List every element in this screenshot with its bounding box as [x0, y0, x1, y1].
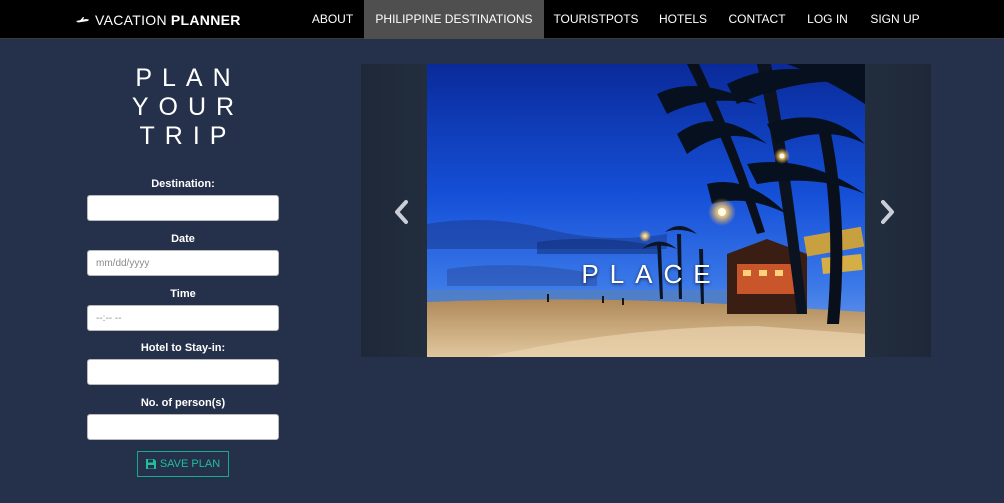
nav-item-about[interactable]: ABOUT — [302, 0, 363, 39]
time-input[interactable] — [87, 305, 279, 331]
floppy-disk-icon — [145, 459, 156, 469]
chevron-left-icon — [395, 200, 408, 224]
brand-name-part2: PLANNER — [170, 11, 241, 28]
nav-item-contact[interactable]: CONTACT — [718, 0, 796, 39]
date-label: Date — [171, 233, 195, 245]
nav-item-philippine-destinations[interactable]: PHILIPPINE DESTINATIONS — [364, 0, 544, 39]
plane-icon — [76, 16, 89, 22]
plan-title: PLAN YOUR TRIP — [87, 64, 279, 151]
chevron-right-icon — [881, 200, 894, 224]
destination-label: Destination: — [151, 178, 215, 190]
carousel-prev-button[interactable] — [391, 198, 411, 226]
nav-item-signup[interactable]: SIGN UP — [859, 0, 931, 39]
brand-name-part1: VACATION — [95, 11, 167, 28]
carousel-right-panel — [865, 64, 931, 357]
nav-item-hotels[interactable]: HOTELS — [648, 0, 718, 39]
brand-logo[interactable]: VACATION PLANNER — [76, 11, 241, 28]
nav-item-touristpots[interactable]: TOURISTPOTS — [544, 0, 648, 39]
carousel-next-button[interactable] — [878, 198, 898, 226]
save-plan-button[interactable]: SAVE PLAN — [137, 451, 229, 477]
plan-title-line: YOUR — [131, 93, 245, 121]
carousel-caption: PLACE — [581, 259, 722, 289]
image-carousel: PLACE — [361, 64, 931, 357]
hotel-label: Hotel to Stay-in: — [140, 342, 226, 354]
save-plan-label: SAVE PLAN — [159, 458, 221, 470]
navbar: VACATION PLANNER ABOUT PHILIPPINE DESTIN… — [0, 0, 1004, 39]
plan-title-line: TRIP — [139, 122, 237, 150]
hotel-input[interactable] — [87, 359, 279, 385]
carousel-slide-image — [427, 64, 865, 357]
date-input[interactable] — [87, 250, 279, 276]
nav-item-login[interactable]: LOG IN — [796, 0, 859, 39]
time-label: Time — [170, 288, 196, 300]
persons-label: No. of person(s) — [140, 397, 226, 409]
destination-input[interactable] — [87, 195, 279, 221]
plan-title-line: PLAN — [135, 64, 241, 92]
persons-input[interactable] — [87, 414, 279, 440]
